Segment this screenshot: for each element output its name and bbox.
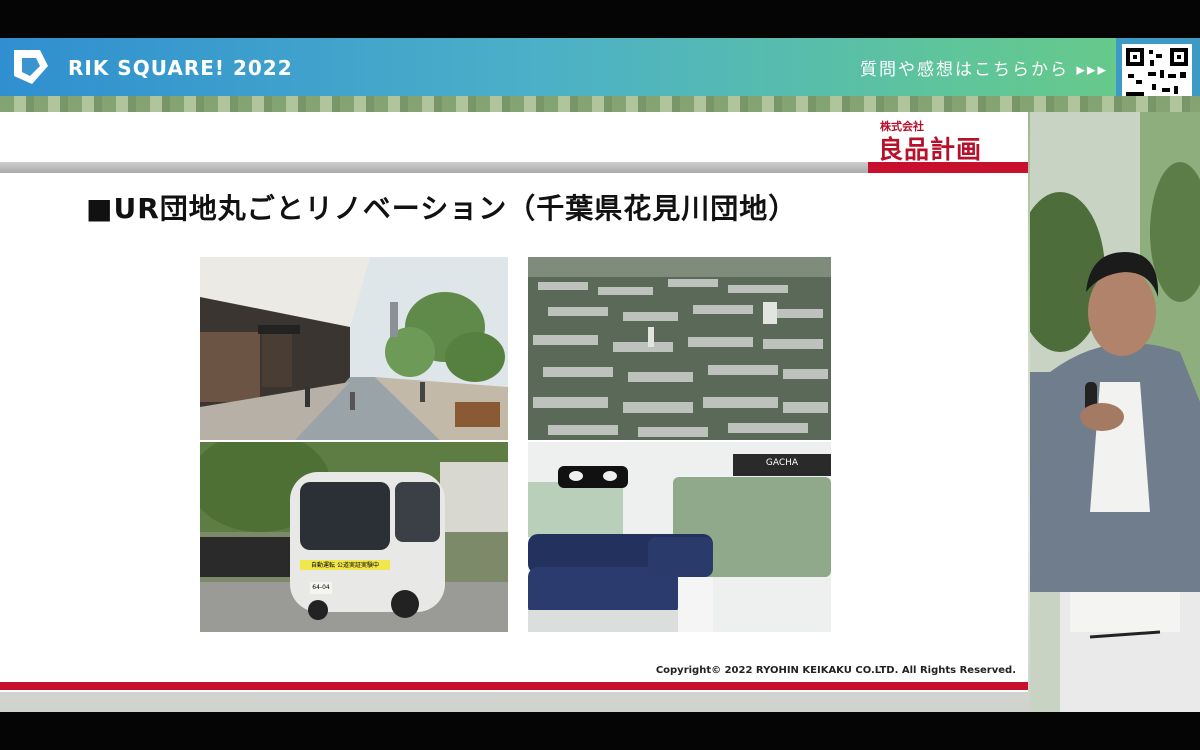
foliage-strip — [0, 96, 1200, 112]
interior-sign-text: GACHA — [765, 458, 799, 468]
event-header-bar: RIK SQUARE! 2022 質問や感想はこちらから ▸▸▸ — [0, 38, 1200, 96]
bus-plate-text: 64-04 — [312, 584, 330, 591]
street-rendering-photo — [200, 257, 508, 440]
autonomous-bus-photo: 自動運転 公道実証実験中 64-04 — [200, 442, 508, 632]
event-brand-title: RIK SQUARE! 2022 — [68, 56, 293, 80]
rik-logo-icon — [14, 50, 48, 84]
bus-interior-photo: GACHA — [528, 442, 831, 632]
aerial-danchi-photo — [528, 257, 831, 440]
presentation-slide: 株式会社 良品計画 ■UR団地丸ごとリノベーション（千葉県花見川団地） 自動運転… — [0, 112, 1028, 692]
slide-title: ■UR団地丸ごとリノベーション（千葉県花見川団地） — [86, 192, 798, 225]
bottom-letterbox — [0, 712, 1200, 750]
bus-sign-text: 自動運転 公道実証実験中 — [311, 562, 379, 569]
slide-grey-band — [0, 162, 868, 173]
question-prompt-link[interactable]: 質問や感想はこちらから ▸▸▸ — [860, 55, 1108, 80]
top-letterbox — [0, 0, 1200, 38]
copyright-notice: Copyright© 2022 RYOHIN KEIKAKU CO.LTD. A… — [655, 665, 1016, 676]
logo-company-text: 良品計画 — [878, 135, 983, 164]
ryohin-keikaku-logo: 株式会社 良品計画 — [868, 116, 1028, 164]
slide-footer-red-band — [0, 682, 1028, 690]
presenter-video-feed — [1030, 112, 1200, 712]
